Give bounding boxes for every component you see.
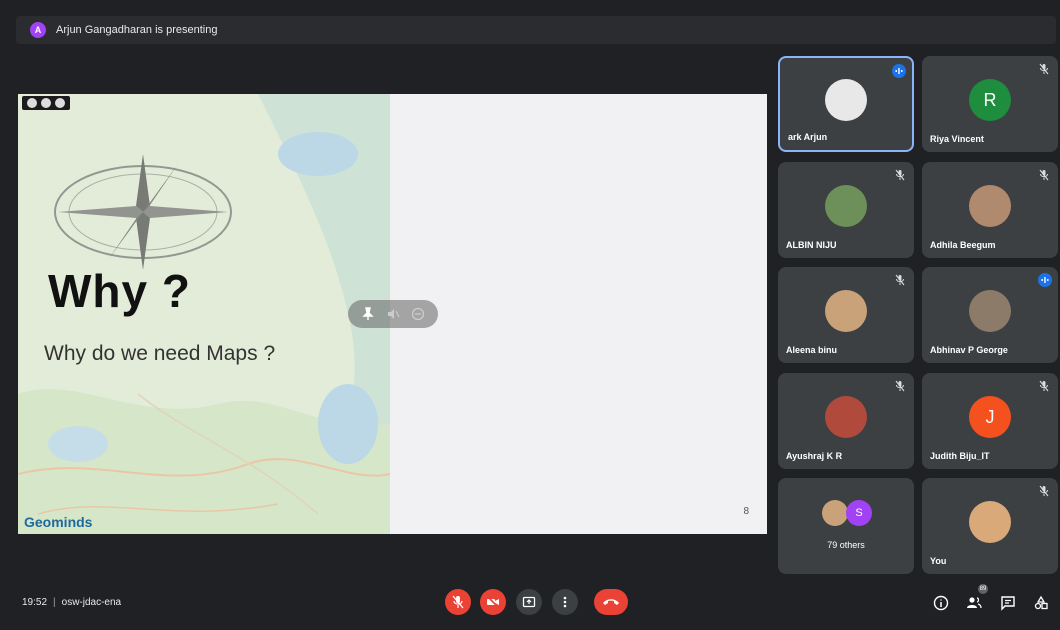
participant-avatar: [825, 290, 867, 333]
mic-muted-icon: [1038, 484, 1050, 497]
participant-name: Riya Vincent: [930, 134, 984, 144]
participant-name: Judith Biju_IT: [930, 451, 990, 461]
others-avatar-photo: [822, 500, 848, 526]
camera-off-icon: [486, 595, 500, 609]
mic-off-icon: [452, 595, 464, 609]
participant-avatar: [825, 396, 867, 439]
mic-muted-icon: [894, 168, 906, 181]
participant-tile[interactable]: You: [922, 478, 1058, 574]
mic-muted-icon: [1038, 168, 1050, 181]
others-tile[interactable]: S 79 others: [778, 478, 914, 574]
participant-tile[interactable]: ark Arjun: [778, 56, 914, 152]
presenting-banner: A Arjun Gangadharan is presenting: [16, 16, 1056, 44]
participant-tile[interactable]: J Judith Biju_IT: [922, 373, 1058, 469]
mute-audio-icon[interactable]: [386, 307, 400, 321]
participant-avatar: [969, 185, 1011, 228]
participant-name: Aleena binu: [786, 345, 838, 355]
people-count-badge: 89: [978, 584, 988, 594]
slide-subtitle: Why do we need Maps ?: [44, 342, 276, 365]
participant-tile[interactable]: Abhinav P George: [922, 267, 1058, 363]
leave-call-button[interactable]: [594, 589, 628, 615]
participant-name: ALBIN NIJU: [786, 240, 837, 250]
participant-tile[interactable]: Ayushraj K R: [778, 373, 914, 469]
slide-title: Why ?: [48, 265, 191, 317]
participant-name: Abhinav P George: [930, 345, 1008, 355]
microphone-button[interactable]: [445, 589, 471, 615]
activities-icon[interactable]: [1033, 595, 1049, 611]
camera-button[interactable]: [480, 589, 506, 615]
participant-name: You: [930, 556, 947, 566]
meeting-code: osw-jdac-ena: [61, 597, 122, 608]
presenter-avatar: A: [30, 22, 46, 38]
presenting-text: Arjun Gangadharan is presenting: [56, 24, 218, 36]
mic-muted-icon: [1038, 379, 1050, 392]
slide-right-panel: [390, 94, 767, 534]
meeting-info-icon[interactable]: [933, 595, 949, 611]
participant-tile[interactable]: ALBIN NIJU: [778, 162, 914, 258]
mic-muted-icon: [894, 379, 906, 392]
participant-avatar: [969, 501, 1011, 544]
remove-icon[interactable]: [411, 307, 425, 321]
creative-commons-badge: [22, 96, 70, 110]
people-icon[interactable]: [966, 595, 982, 611]
slide-brand: Geominds: [24, 514, 93, 530]
shared-screen: Why ? Why do we need Maps ? Geominds 8: [18, 94, 767, 534]
participant-tile[interactable]: Aleena binu: [778, 267, 914, 363]
participant-avatar: [825, 185, 867, 228]
mic-muted-icon: [1038, 62, 1050, 75]
participant-avatar: R: [969, 79, 1011, 122]
presenter-overlay-controls[interactable]: [348, 300, 438, 328]
hang-up-icon: [603, 599, 619, 605]
participant-tile[interactable]: R Riya Vincent: [922, 56, 1058, 152]
speaking-indicator-icon: [1038, 273, 1052, 287]
speaking-indicator-icon: [892, 64, 906, 78]
others-label: 79 others: [827, 540, 865, 550]
participant-name: Ayushraj K R: [786, 451, 843, 461]
participant-avatar: [825, 79, 867, 122]
slide-page-number: 8: [743, 506, 749, 517]
present-icon: [522, 596, 536, 608]
chat-icon[interactable]: [1000, 595, 1016, 611]
mic-muted-icon: [894, 273, 906, 286]
meeting-separator: |: [53, 597, 56, 608]
meeting-details: 19:52 | osw-jdac-ena: [22, 597, 121, 608]
participant-name: ark Arjun: [788, 132, 828, 142]
others-avatar-letter: S: [846, 500, 872, 526]
participant-avatar: [969, 290, 1011, 333]
more-vert-icon: [563, 596, 567, 608]
more-options-button[interactable]: [552, 589, 578, 615]
present-now-button[interactable]: [516, 589, 542, 615]
participant-name: Adhila Beegum: [930, 240, 996, 250]
meeting-time: 19:52: [22, 597, 48, 608]
pin-icon[interactable]: [361, 307, 375, 321]
participant-tile[interactable]: Adhila Beegum: [922, 162, 1058, 258]
participant-avatar: J: [969, 396, 1011, 439]
